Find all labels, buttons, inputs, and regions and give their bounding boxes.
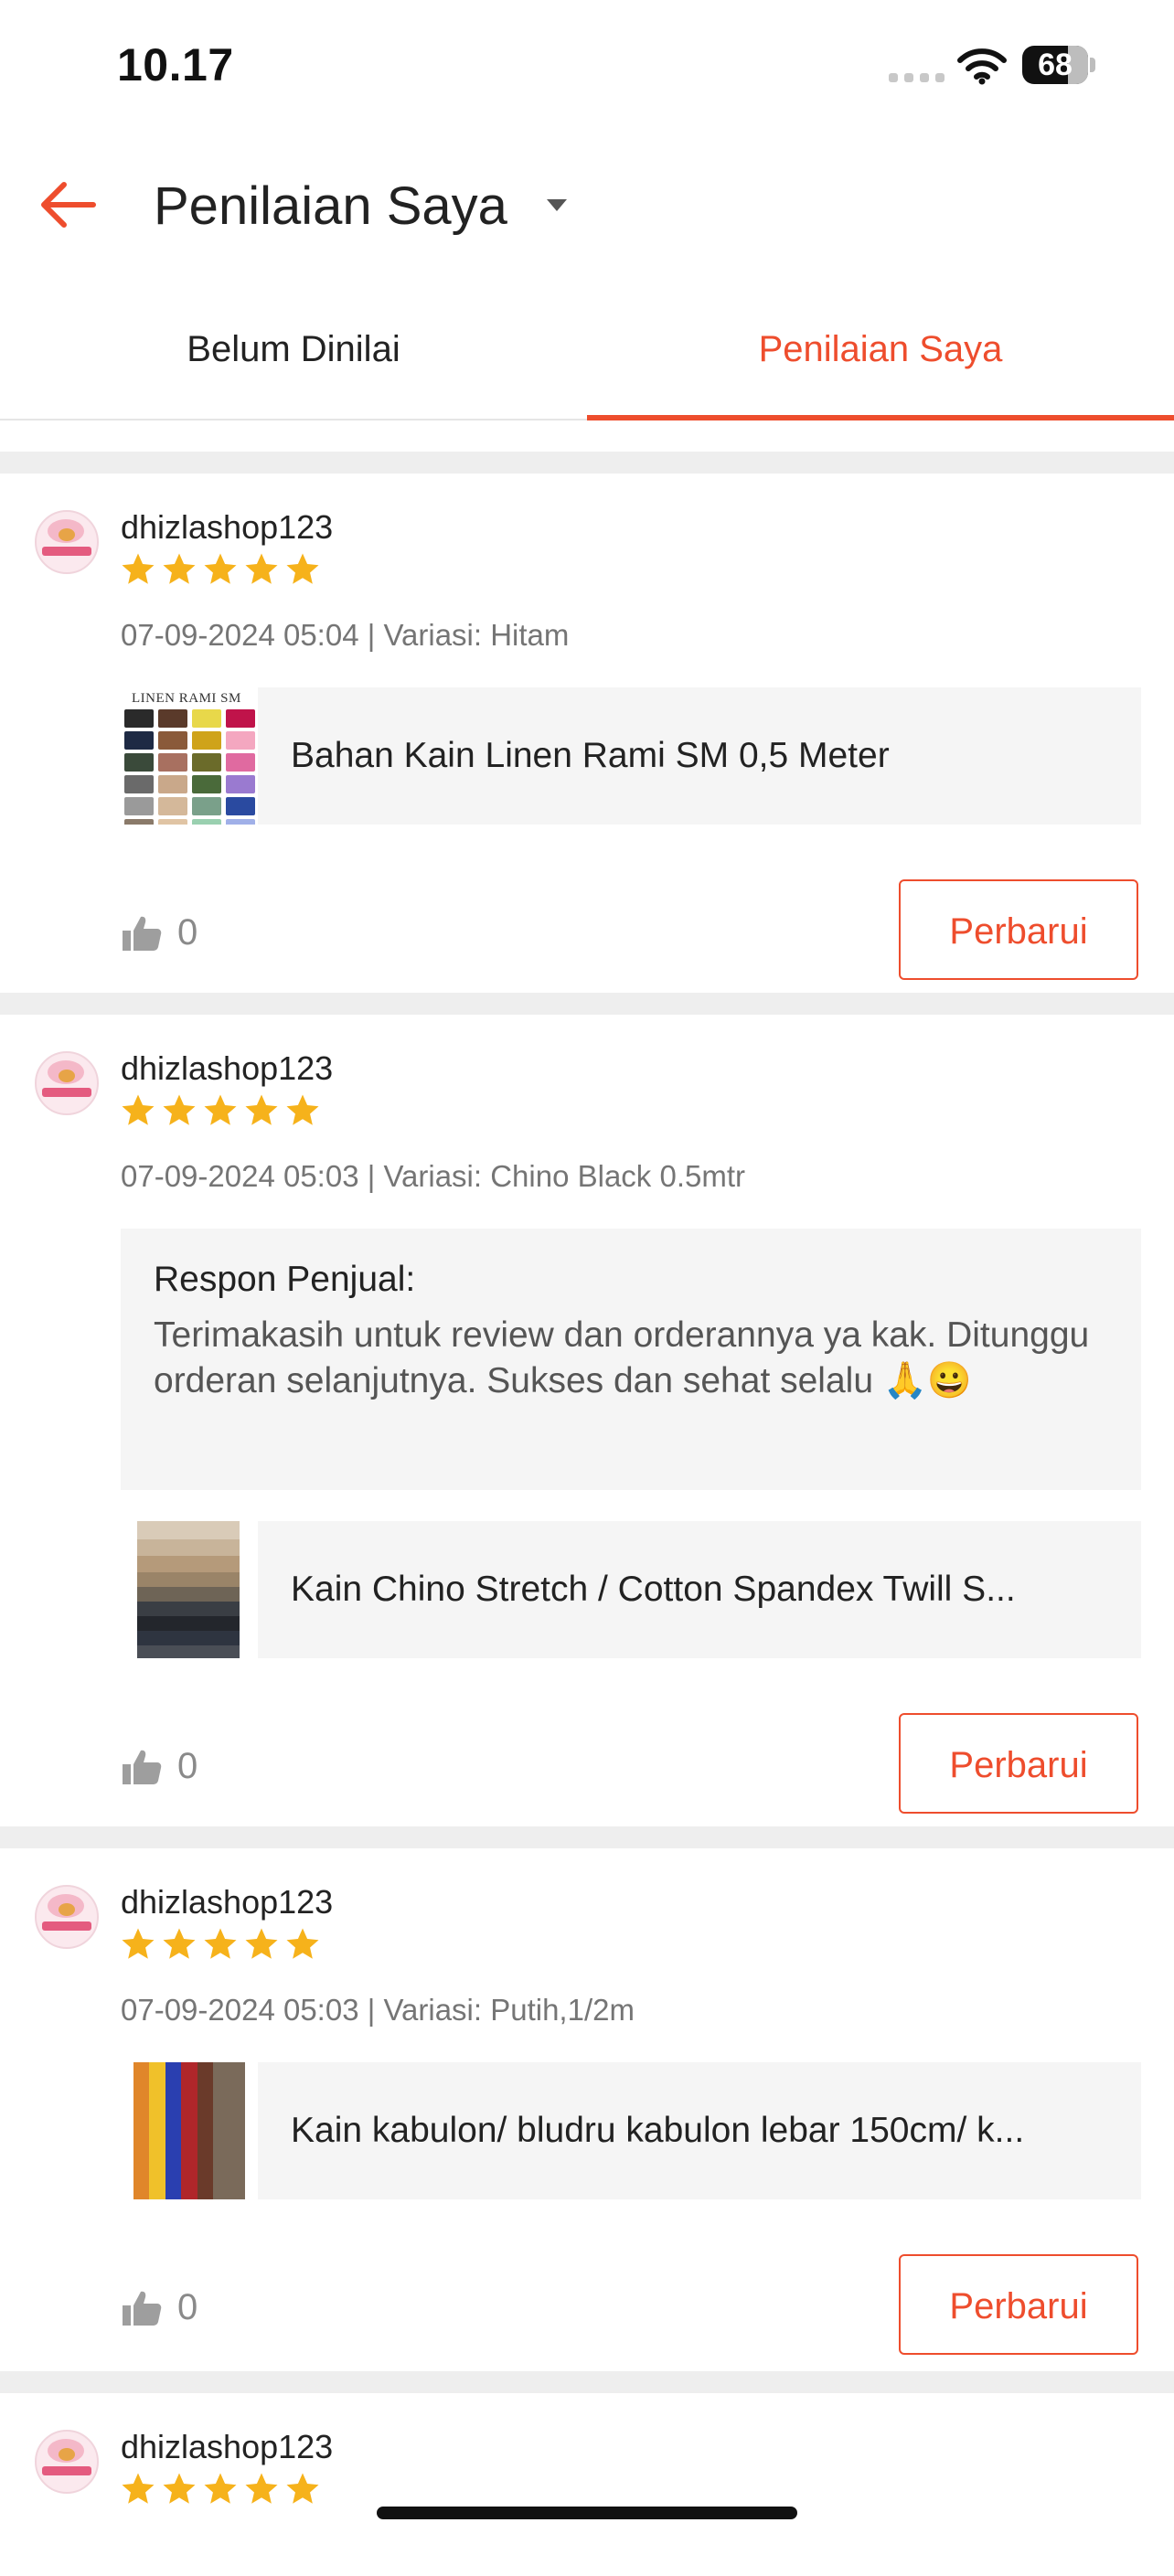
thumbs-up-icon [123,2291,162,2326]
star-icon [245,1094,278,1125]
shop-username: dhizlashop123 [121,1883,334,1921]
battery-icon: 68 [1022,46,1095,84]
star-icon [163,553,196,584]
review-card: dhizlashop123 07-09-2024 05:03 | Variasi… [0,1015,1174,1826]
star-rating [119,1925,322,1964]
caret-down-icon[interactable] [547,199,567,211]
product-item[interactable]: LINEN RAMI SM Bahan Kain Linen Rami SM 0… [121,687,1141,825]
shop-username: dhizlashop123 [121,1049,334,1087]
star-icon [286,1094,319,1125]
seller-response-title: Respon Penjual: [154,1260,416,1299]
review-meta: 07-09-2024 05:04 | Variasi: Hitam [121,618,570,652]
cellular-signal-icon [889,73,945,82]
product-thumbnail: LINEN RAMI SM [121,687,258,825]
update-review-button[interactable]: Perbarui [899,1713,1138,1814]
avatar[interactable] [35,1885,99,1949]
avatar[interactable] [35,510,99,574]
like-button[interactable]: 0 [121,2287,197,2328]
like-count: 0 [177,1746,198,1786]
star-rating [119,550,322,589]
like-count: 0 [177,912,198,953]
star-icon [122,1928,155,1959]
seller-response: Respon Penjual: Terimakasih untuk review… [121,1229,1141,1490]
like-button[interactable]: 0 [121,912,197,953]
separator [0,2371,1174,2393]
like-button[interactable]: 0 [121,1746,197,1787]
star-icon [163,1928,196,1959]
update-review-button[interactable]: Perbarui [899,879,1138,980]
star-icon [122,2473,155,2504]
tab-label: Penilaian Saya [758,329,1003,369]
separator [0,452,1174,474]
avatar[interactable] [35,2430,99,2494]
thumbs-up-icon [123,916,162,951]
product-thumbnail [121,2062,258,2199]
star-icon [286,1928,319,1959]
update-review-button[interactable]: Perbarui [899,2254,1138,2355]
review-card: dhizlashop123 07-09-2024 05:04 | Variasi… [0,474,1174,993]
review-meta: 07-09-2024 05:03 | Variasi: Putih,1/2m [121,1993,635,2027]
home-indicator[interactable] [377,2507,797,2519]
separator [0,1826,1174,1848]
review-list: dhizlashop123 07-09-2024 05:04 | Variasi… [0,452,1174,2576]
wifi-icon [957,48,1007,85]
product-item[interactable]: Kain kabulon/ bludru kabulon lebar 150cm… [121,2062,1141,2199]
tab-penilaian-saya[interactable]: Penilaian Saya [587,302,1174,420]
product-name: Kain kabulon/ bludru kabulon lebar 150cm… [291,2111,1025,2150]
star-icon [245,553,278,584]
star-icon [204,553,237,584]
page-title[interactable]: Penilaian Saya [154,176,507,237]
thumbs-up-icon [123,1750,162,1784]
product-name: Kain Chino Stretch / Cotton Spandex Twil… [291,1570,1016,1609]
battery-percent: 68 [1038,48,1073,82]
active-tab-indicator [587,415,1174,420]
star-icon [122,553,155,584]
product-thumbnail [121,1521,258,1658]
separator [0,993,1174,1015]
like-count: 0 [177,2287,198,2327]
star-icon [122,1094,155,1125]
star-icon [286,2473,319,2504]
arrow-left-icon[interactable] [35,172,101,238]
tab-belum-dinilai[interactable]: Belum Dinilai [0,302,587,419]
status-time: 10.17 [117,39,234,90]
seller-response-text: Terimakasih untuk review dan orderannya … [154,1315,1090,1400]
star-icon [163,1094,196,1125]
avatar[interactable] [35,1051,99,1115]
star-icon [204,1928,237,1959]
star-icon [163,2473,196,2504]
star-icon [245,1928,278,1959]
star-rating [119,2470,322,2508]
product-item[interactable]: Kain Chino Stretch / Cotton Spandex Twil… [121,1521,1141,1658]
star-rating [119,1091,322,1130]
shop-username: dhizlashop123 [121,508,334,546]
review-card: dhizlashop123 07-09-2024 05:03 | Variasi… [0,1848,1174,2371]
review-card: dhizlashop123 [0,2393,1174,2576]
shop-username: dhizlashop123 [121,2428,334,2465]
thumbnail-label: LINEN RAMI SM [132,691,241,706]
star-icon [204,2473,237,2504]
status-bar: 10.17 68 [0,0,1174,137]
star-icon [245,2473,278,2504]
review-meta: 07-09-2024 05:03 | Variasi: Chino Black … [121,1159,745,1193]
header: Penilaian Saya [0,155,1174,256]
product-name: Bahan Kain Linen Rami SM 0,5 Meter [291,736,890,775]
tab-bar: Belum Dinilai Penilaian Saya [0,302,1174,420]
star-icon [204,1094,237,1125]
star-icon [286,553,319,584]
